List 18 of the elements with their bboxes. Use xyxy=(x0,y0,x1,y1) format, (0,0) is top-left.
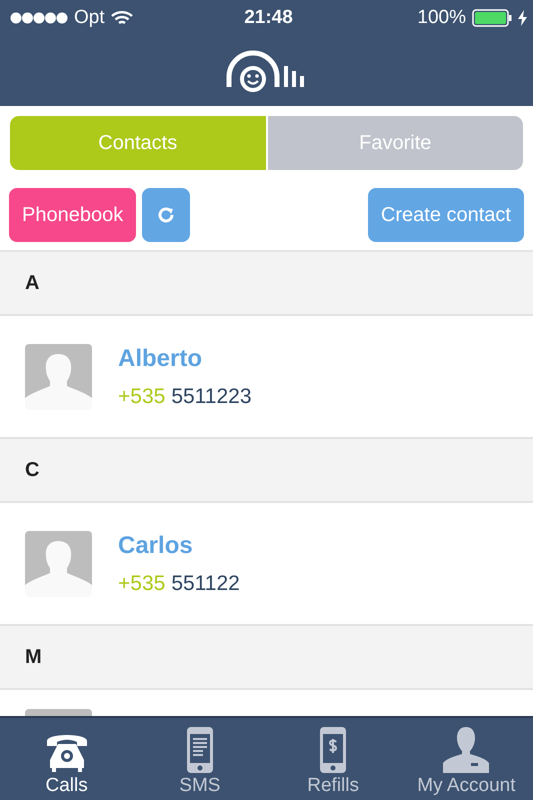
carrier-name: Opt xyxy=(74,7,105,29)
country-code: +535 xyxy=(118,572,166,596)
contact-name: Alberto xyxy=(118,344,203,372)
tab-bar-item[interactable]: Refills xyxy=(266,718,400,800)
battery-percentage: 100% xyxy=(417,7,466,29)
contact-name: Carlos xyxy=(118,532,194,560)
tab-bar-item[interactable]: Calls xyxy=(0,718,134,800)
phone-number: 551122 xyxy=(171,572,240,596)
section-header: C xyxy=(0,439,533,503)
tab-bar-item[interactable]: SMS xyxy=(133,718,266,800)
section-header: A xyxy=(0,252,533,316)
phonebook-button[interactable]: Phonebook xyxy=(9,188,136,242)
create-contact-button[interactable]: Create contact xyxy=(368,188,524,242)
country-code: +535 xyxy=(118,384,166,408)
phone-number: 5511223 xyxy=(171,384,252,408)
tab-bar-item[interactable]: My Account xyxy=(400,718,533,800)
clock-time: 21:48 xyxy=(244,7,293,29)
section-header: M xyxy=(0,626,533,690)
